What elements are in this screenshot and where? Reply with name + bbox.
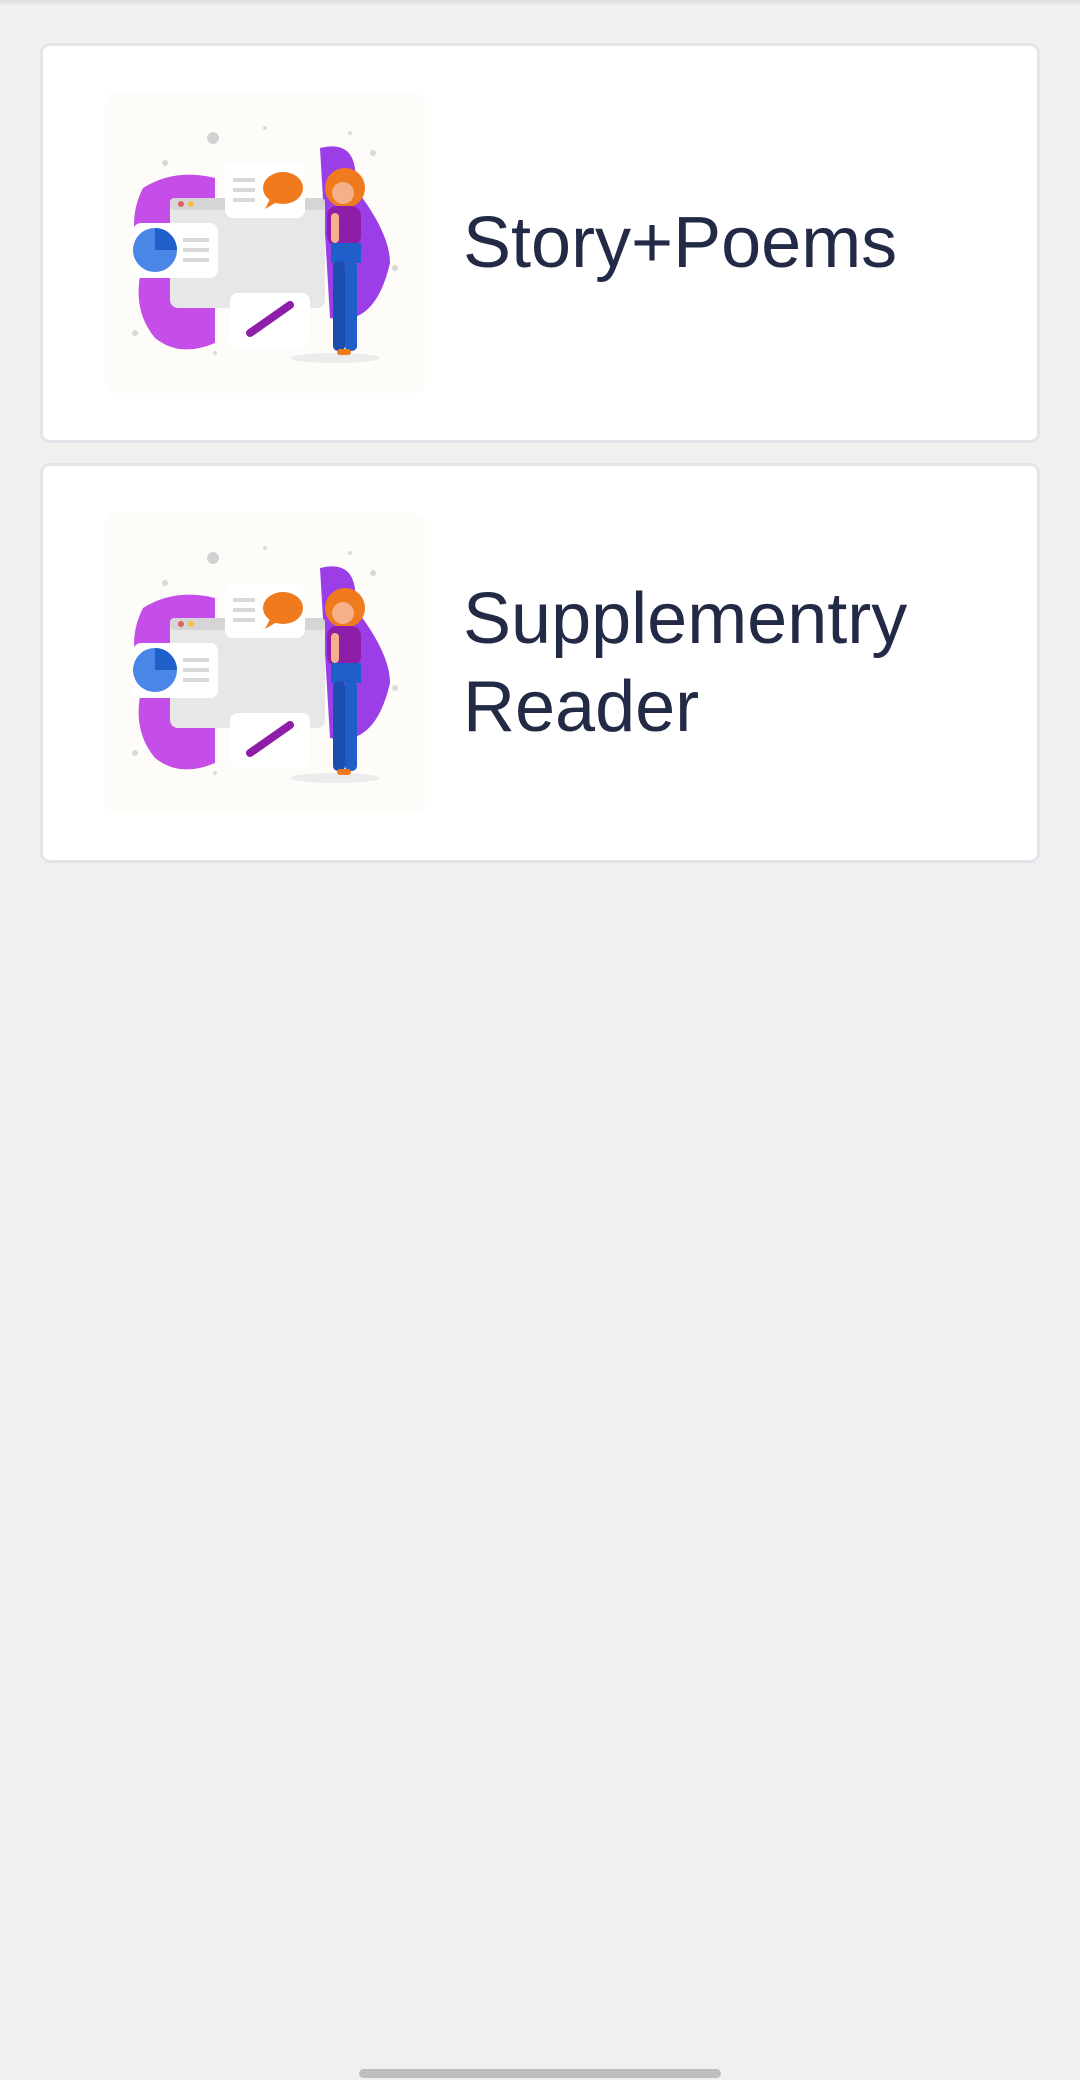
- card-supplementry-reader[interactable]: Supplementry Reader: [40, 463, 1040, 863]
- person-with-documents-illustration: [105, 513, 425, 813]
- card-list: Story+Poems Supplementry Reader: [40, 43, 1040, 883]
- card-title: Supplementry Reader: [463, 579, 908, 747]
- home-indicator[interactable]: [359, 2069, 721, 2078]
- card-story-poems[interactable]: Story+Poems: [40, 43, 1040, 443]
- person-with-documents-illustration: [105, 93, 425, 393]
- screen: Story+Poems Supplementry Reader: [0, 0, 1080, 2080]
- card-title: Story+Poems: [463, 203, 898, 283]
- top-bar-shadow: [0, 0, 1080, 6]
